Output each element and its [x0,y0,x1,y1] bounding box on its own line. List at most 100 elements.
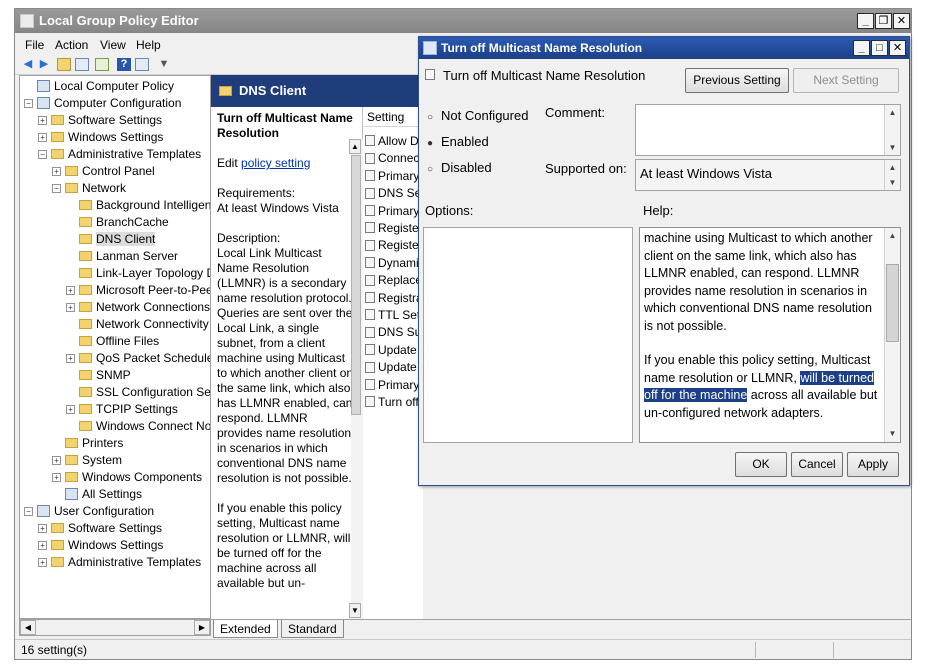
tree-item[interactable]: + Software Settings [38,520,162,537]
expand-icon[interactable]: + [52,167,61,177]
help-icon[interactable]: ? [117,58,131,71]
minimize-button[interactable]: _ [857,13,874,29]
setting-row[interactable]: Primary [365,168,419,185]
tree-item[interactable]: + Windows Components [52,469,202,486]
up-folder-icon[interactable] [57,58,71,71]
scroll-thumb[interactable] [886,264,899,342]
tree-item[interactable]: + Microsoft Peer-to-Peer [66,282,210,299]
apply-button[interactable]: Apply [847,452,899,477]
expand-icon[interactable]: + [66,303,75,313]
dialog-title-bar[interactable]: Turn off Multicast Name Resolution _ □ ✕ [419,37,909,59]
radio-not-configured[interactable]: ○ Not Configured [427,108,528,124]
radio-disabled[interactable]: ○ Disabled [427,160,492,176]
comment-field[interactable]: ▲ ▼ [635,104,901,156]
setting-column-header[interactable]: Setting [363,107,423,127]
scroll-up-icon[interactable]: ▲ [885,228,900,243]
scroll-down-icon[interactable]: ▼ [885,175,900,190]
collapse-icon[interactable]: − [24,507,33,517]
setting-row[interactable]: Allow D [365,133,419,150]
supported-scrollbar[interactable]: ▲ ▼ [884,160,900,190]
scroll-down-icon[interactable]: ▼ [885,426,900,441]
collapse-icon[interactable]: − [52,184,61,194]
tree-item[interactable]: + QoS Packet Scheduler [66,350,210,367]
tab-standard[interactable]: Standard [281,620,344,638]
scroll-up-icon[interactable]: ▲ [885,105,900,120]
scroll-down-icon[interactable]: ▼ [349,603,361,618]
scroll-up-icon[interactable]: ▲ [349,139,361,154]
tree-item[interactable]: Printers [52,435,123,452]
expand-icon[interactable]: + [52,456,61,466]
setting-row[interactable]: DNS Ser [365,185,423,202]
scroll-left-icon[interactable]: ◀ [20,620,36,635]
cancel-button[interactable]: Cancel [791,452,843,477]
collapse-icon[interactable]: − [38,150,47,160]
setting-row[interactable]: Primary [365,203,419,220]
setting-row[interactable]: Update [365,342,417,359]
menu-view[interactable]: View [100,38,126,52]
expand-icon[interactable]: + [66,405,75,415]
ok-button[interactable]: OK [735,452,787,477]
tree-item[interactable]: Lanman Server [66,248,178,265]
tree-item[interactable]: − Computer Configuration [24,95,181,112]
dialog-minimize-button[interactable]: _ [853,40,870,56]
expand-icon[interactable]: + [38,133,47,143]
next-setting-button[interactable]: Next Setting [793,68,899,93]
tree-horizontal-scrollbar[interactable]: ◀ ▶ [19,619,211,636]
setting-row[interactable]: Dynami [365,255,419,272]
expand-icon[interactable]: + [38,558,47,568]
tree-item[interactable]: BranchCache [66,214,169,231]
setting-row[interactable]: Registe [365,237,419,254]
tree-item[interactable]: − Administrative Templates [38,146,201,163]
tree-item[interactable]: + Control Panel [52,163,155,180]
properties-icon[interactable] [135,58,149,71]
main-title-bar[interactable]: Local Group Policy Editor _ ❐ ✕ [15,9,911,33]
tree-item[interactable]: Network Connectivity S [66,316,210,333]
close-button[interactable]: ✕ [893,13,910,29]
expand-icon[interactable]: + [66,286,75,296]
restore-button[interactable]: ❐ [875,13,892,29]
edit-policy-link[interactable]: policy setting [241,156,310,170]
setting-row[interactable]: Connect [365,150,423,167]
tree-item[interactable]: + System [52,452,122,469]
help-scrollbar[interactable]: ▲ ▼ [884,228,900,442]
forward-arrow-icon[interactable]: ▶ [37,58,51,71]
expand-icon[interactable]: + [52,473,61,483]
tree-item[interactable]: All Settings [52,486,142,503]
back-arrow-icon[interactable]: ◀ [21,58,35,71]
show-hide-tree-icon[interactable] [75,58,89,71]
tree-item[interactable]: + Network Connections [66,299,210,316]
setting-row[interactable]: DNS Suf [365,324,423,341]
setting-row[interactable]: Update [365,359,417,376]
setting-row[interactable]: Turn off [365,394,419,411]
comment-scrollbar[interactable]: ▲ ▼ [884,105,900,155]
dialog-maximize-button[interactable]: □ [871,40,888,56]
scroll-down-icon[interactable]: ▼ [885,140,900,155]
setting-row[interactable]: Replace [365,272,422,289]
tree-item[interactable]: Offline Files [66,333,159,350]
tree-item[interactable]: SNMP [66,367,131,384]
tree-item[interactable]: Local Computer Policy [24,78,174,95]
tree-item[interactable]: + Windows Settings [38,537,163,554]
menu-file[interactable]: File [25,38,44,52]
setting-row[interactable]: Registra [365,290,423,307]
expand-icon[interactable]: + [66,354,75,364]
tree-item[interactable]: Windows Connect Now [66,418,210,435]
setting-row[interactable]: Registe [365,220,419,237]
expand-icon[interactable]: + [38,541,47,551]
setting-row[interactable]: TTL Set [365,307,420,324]
tab-extended[interactable]: Extended [213,620,278,638]
dialog-close-button[interactable]: ✕ [889,40,906,56]
tree-item[interactable]: + TCPIP Settings [66,401,178,418]
radio-enabled[interactable]: ● Enabled [427,134,489,150]
policy-tree[interactable]: Local Computer Policy − Computer Configura… [19,75,211,619]
filter-icon[interactable]: ▼ [157,58,171,71]
tree-item[interactable]: + Software Settings [38,112,162,129]
tree-item[interactable]: SSL Configuration Setti [66,384,210,401]
scroll-right-icon[interactable]: ▶ [194,620,210,635]
scroll-up-icon[interactable]: ▲ [885,160,900,175]
tree-item[interactable]: + Windows Settings [38,129,163,146]
scroll-thumb[interactable] [351,155,361,415]
tree-item[interactable]: − Network [52,180,126,197]
description-scrollbar[interactable]: ▲ ▼ [349,139,363,619]
expand-icon[interactable]: + [38,116,47,126]
